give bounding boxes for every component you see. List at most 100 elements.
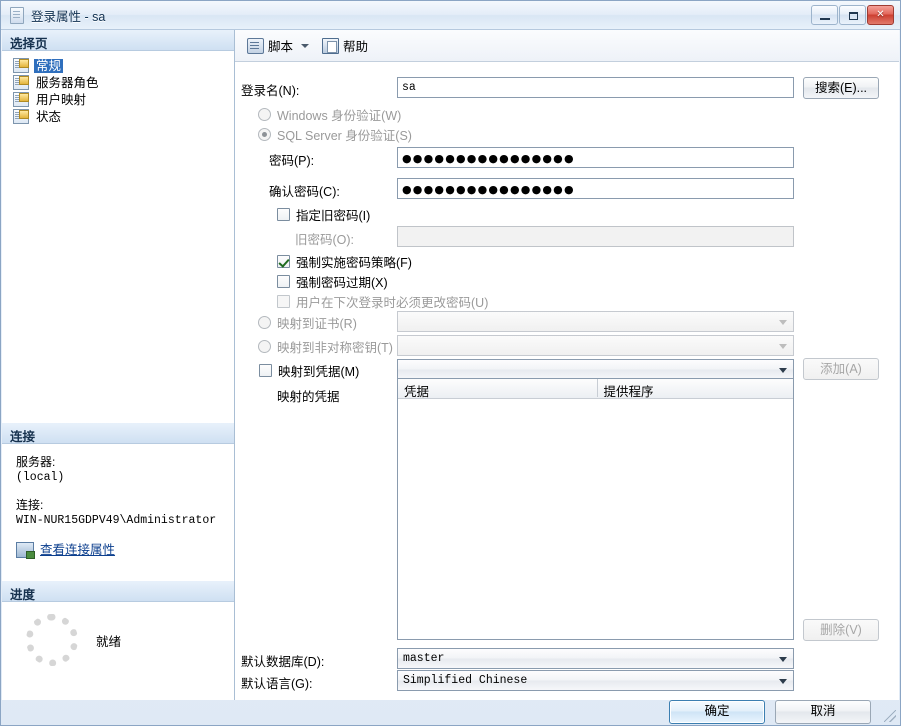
- progress-status: 就绪: [96, 634, 122, 649]
- asymmetric-key-dropdown[interactable]: [397, 335, 794, 356]
- login-name-label: 登录名(N):: [241, 84, 300, 98]
- default-database-dropdown[interactable]: master: [397, 648, 794, 669]
- checkbox-enforce-password-policy[interactable]: [277, 255, 290, 268]
- general-page-form: 登录名(N): 搜索(E)... Windows 身份验证(W) SQL Ser…: [235, 62, 899, 700]
- radio-map-to-asymmetric-key[interactable]: [258, 340, 271, 353]
- page-icon: [13, 75, 29, 90]
- chevron-down-icon[interactable]: [301, 43, 310, 48]
- must-change-label: 用户在下次登录时必须更改密码(U): [296, 296, 489, 310]
- sidebar-item-user-mapping[interactable]: 用户映射: [2, 91, 234, 108]
- password-input[interactable]: ●●●●●●●●●●●●●●●●: [397, 147, 794, 168]
- help-button[interactable]: 帮助: [319, 34, 371, 57]
- dialog-footer: 确定 取消: [2, 700, 899, 724]
- connection-body: 服务器: (local) 连接: WIN-NUR15GDPV49\Adminis…: [2, 444, 234, 559]
- windows-auth-label: Windows 身份验证(W): [277, 109, 402, 123]
- cancel-button[interactable]: 取消: [775, 700, 871, 724]
- map-credential-label: 映射到凭据(M): [278, 365, 360, 379]
- enforce-expiration-option[interactable]: 强制密码过期(X): [277, 272, 388, 291]
- mapped-credentials-label: 映射的凭据: [277, 390, 340, 404]
- radio-sql-auth[interactable]: [258, 128, 271, 141]
- script-button[interactable]: 脚本: [244, 34, 296, 57]
- progress-header: 进度: [2, 581, 234, 602]
- old-password-input[interactable]: [397, 226, 794, 247]
- search-button[interactable]: 搜索(E)...: [803, 77, 879, 99]
- specify-old-password-label: 指定旧密码(I): [296, 209, 371, 223]
- default-language-label: 默认语言(G):: [241, 677, 313, 691]
- checkbox-must-change-password[interactable]: [277, 295, 290, 308]
- column-header-provider[interactable]: 提供程序: [598, 379, 794, 399]
- minimize-button[interactable]: [811, 5, 838, 25]
- window-controls: ✕: [811, 5, 894, 26]
- certificate-dropdown[interactable]: [397, 311, 794, 332]
- script-label: 脚本: [268, 40, 294, 54]
- right-pane: 脚本 帮助 登录名(N): 搜索(E)... Windows 身份验证(W): [235, 30, 899, 700]
- maximize-button[interactable]: [839, 5, 866, 25]
- connection-properties-icon: [16, 542, 35, 559]
- enforce-expiration-label: 强制密码过期(X): [296, 276, 388, 290]
- radio-map-to-certificate[interactable]: [258, 316, 271, 329]
- checkbox-enforce-password-expiration[interactable]: [277, 275, 290, 288]
- chevron-down-icon: [779, 679, 787, 684]
- sidebar-item-label: 用户映射: [36, 92, 87, 107]
- title-bar: 登录属性 - sa ✕: [1, 1, 900, 30]
- sidebar-item-status[interactable]: 状态: [2, 108, 234, 125]
- connection-label: 连接:: [16, 498, 44, 512]
- password-label: 密码(P):: [269, 154, 315, 168]
- connection-value: WIN-NUR15GDPV49\Administrator: [16, 514, 217, 527]
- default-database-value: master: [403, 652, 445, 665]
- must-change-option[interactable]: 用户在下次登录时必须更改密码(U): [277, 292, 488, 311]
- map-credential-option[interactable]: 映射到凭据(M): [259, 361, 359, 380]
- page-icon: [13, 58, 29, 73]
- view-connection-properties-row[interactable]: 查看连接属性: [16, 542, 234, 559]
- sidebar-item-general[interactable]: 常规: [2, 57, 234, 74]
- sql-auth-option[interactable]: SQL Server 身份验证(S): [258, 125, 412, 144]
- chevron-down-icon: [779, 368, 787, 373]
- credential-dropdown[interactable]: [397, 359, 794, 380]
- grid-header-row: 凭据 提供程序: [398, 379, 793, 399]
- map-certificate-label: 映射到证书(R): [277, 317, 357, 331]
- close-button[interactable]: ✕: [867, 5, 894, 25]
- default-database-label: 默认数据库(D):: [241, 655, 325, 669]
- confirm-password-label: 确认密码(C):: [269, 185, 340, 199]
- page-icon: [13, 92, 29, 107]
- checkbox-map-to-credential[interactable]: [259, 364, 272, 377]
- page-icon: [13, 109, 29, 124]
- window-title: 登录属性 - sa: [31, 10, 106, 24]
- add-credential-button[interactable]: 添加(A): [803, 358, 879, 380]
- default-language-value: Simplified Chinese: [403, 674, 528, 687]
- chevron-down-icon: [779, 344, 787, 349]
- resize-grip[interactable]: [884, 710, 896, 722]
- sidebar-item-server-roles[interactable]: 服务器角色: [2, 74, 234, 91]
- chevron-down-icon: [779, 320, 787, 325]
- script-icon: [247, 37, 264, 54]
- enforce-policy-label: 强制实施密码策略(F): [296, 256, 412, 270]
- windows-auth-option[interactable]: Windows 身份验证(W): [258, 105, 401, 124]
- progress-spinner-icon: [26, 614, 78, 666]
- checkbox-specify-old-password[interactable]: [277, 208, 290, 221]
- progress-section: 进度 就绪: [2, 581, 234, 666]
- default-language-dropdown[interactable]: Simplified Chinese: [397, 670, 794, 691]
- document-icon: [10, 7, 24, 24]
- help-icon: [322, 37, 340, 54]
- ok-button[interactable]: 确定: [669, 700, 765, 724]
- toolbar: 脚本 帮助: [235, 30, 899, 62]
- connection-section: 连接 服务器: (local) 连接: WIN-NUR15GDPV49\Admi…: [2, 423, 234, 559]
- remove-credential-button[interactable]: 删除(V): [803, 619, 879, 641]
- login-name-input[interactable]: [397, 77, 794, 98]
- help-label: 帮助: [343, 40, 369, 54]
- map-asymmetric-option[interactable]: 映射到非对称密钥(T): [258, 337, 393, 356]
- confirm-password-input[interactable]: ●●●●●●●●●●●●●●●●: [397, 178, 794, 199]
- page-nav-list: 常规 服务器角色 用户映射 状态: [2, 51, 234, 125]
- specify-old-password-option[interactable]: 指定旧密码(I): [277, 205, 370, 224]
- sql-auth-label: SQL Server 身份验证(S): [277, 129, 412, 143]
- connection-header: 连接: [2, 423, 234, 444]
- sidebar-item-label: 服务器角色: [36, 75, 99, 90]
- radio-windows-auth[interactable]: [258, 108, 271, 121]
- mapped-credentials-grid[interactable]: 凭据 提供程序: [397, 378, 794, 640]
- left-pane: 选择页 常规 服务器角色 用户映射 状态 连接 服务器: (local) 连接:…: [2, 30, 235, 700]
- enforce-policy-option[interactable]: 强制实施密码策略(F): [277, 252, 412, 271]
- sidebar-item-label: 常规: [34, 58, 64, 73]
- column-header-credential[interactable]: 凭据: [398, 379, 598, 399]
- map-certificate-option[interactable]: 映射到证书(R): [258, 313, 357, 332]
- view-connection-properties-link[interactable]: 查看连接属性: [40, 543, 115, 558]
